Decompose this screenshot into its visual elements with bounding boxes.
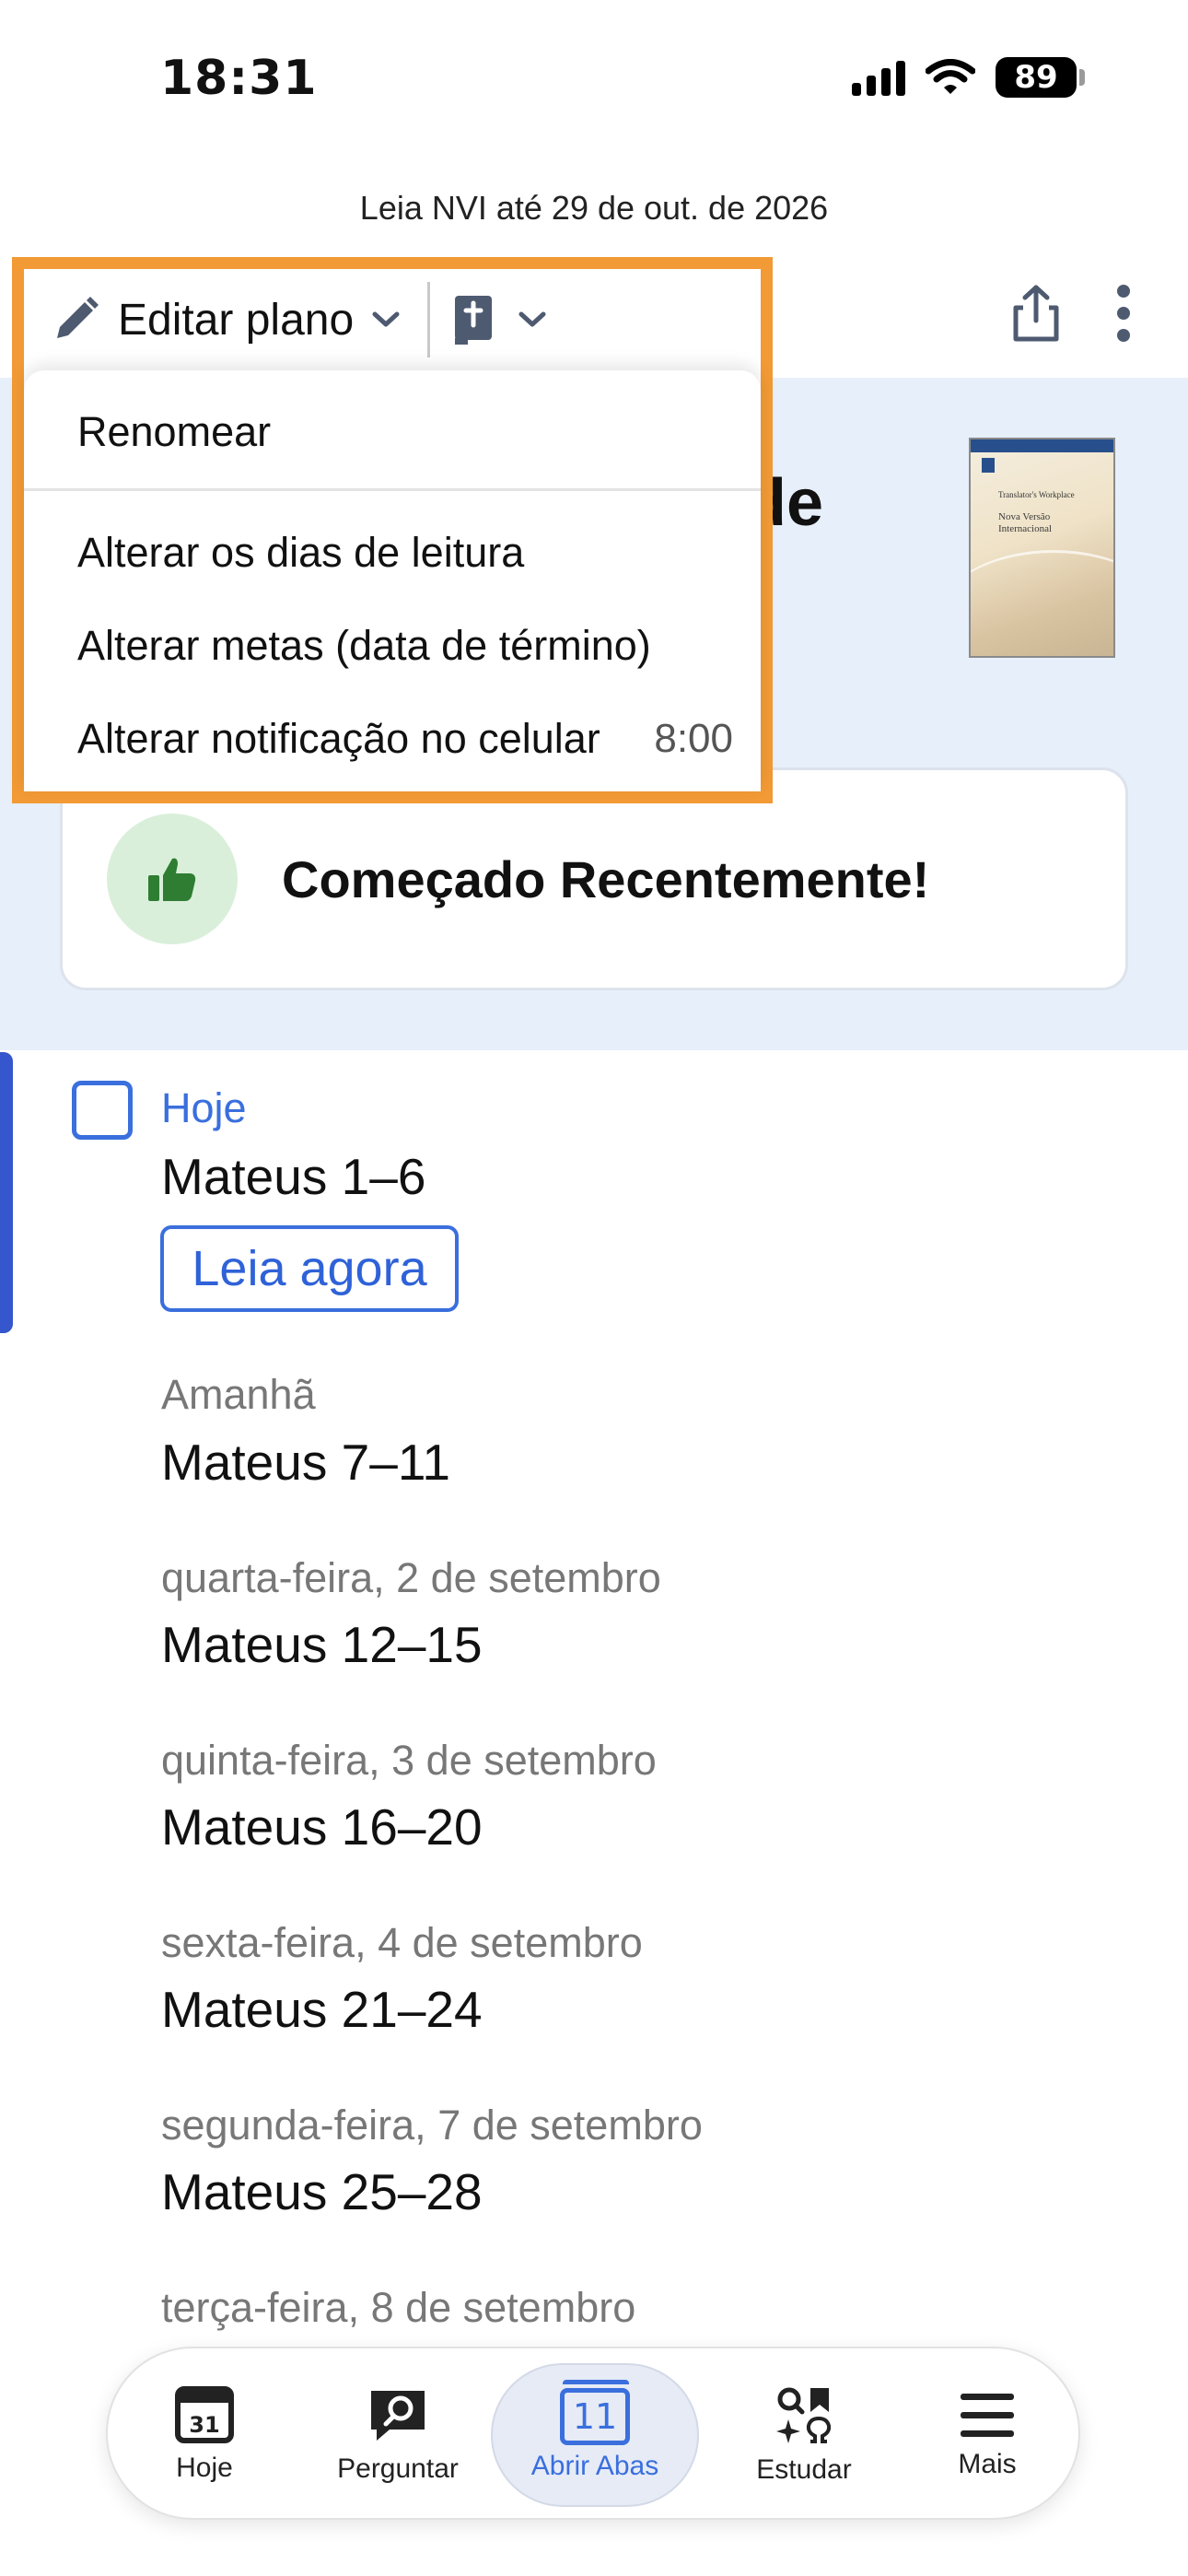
bible-icon xyxy=(455,296,493,345)
reading-item[interactable]: Mateus 12–15 xyxy=(161,1615,483,1674)
menu-icon xyxy=(961,2394,1014,2437)
notification-time: 8:00 xyxy=(654,716,733,761)
tab-more[interactable]: Mais xyxy=(909,2348,1066,2522)
reading-item[interactable]: Mateus 16–20 xyxy=(161,1797,483,1856)
tab-label: Hoje xyxy=(176,2453,233,2483)
edit-plan-menu: Editar plano Renomear Alterar os dias de… xyxy=(12,257,773,803)
day-label: sexta-feira, 4 de setembro xyxy=(161,1919,643,1966)
share-icon xyxy=(1013,285,1059,342)
menu-header: Editar plano xyxy=(24,269,761,370)
day-label: quinta-feira, 3 de setembro xyxy=(161,1737,657,1784)
chevron-down-icon xyxy=(372,311,400,327)
battery-level: 89 xyxy=(996,57,1077,98)
menu-item-rename[interactable]: Renomear xyxy=(24,400,761,464)
status-indicators: 89 xyxy=(852,57,1085,98)
open-tabs-icon: 11 xyxy=(560,2380,630,2445)
thumbs-up-icon xyxy=(148,858,196,901)
menu-item-change-goals[interactable]: Alterar metas (data de término) xyxy=(24,614,761,678)
reading-item[interactable]: Mateus 21–24 xyxy=(161,1980,483,2039)
day-label: Amanhã xyxy=(161,1371,316,1418)
tab-label: Perguntar xyxy=(337,2453,459,2484)
battery-icon: 89 xyxy=(996,57,1085,98)
menu-item-label: Renomear xyxy=(77,408,272,455)
reading-item[interactable]: Mateus 25–28 xyxy=(161,2162,483,2221)
tab-today[interactable]: 31 Hoje xyxy=(126,2348,283,2522)
day-label: terça-feira, 8 de setembro xyxy=(161,2284,636,2331)
menu-item-change-reading-days[interactable]: Alterar os dias de leitura xyxy=(24,521,761,585)
tab-study[interactable]: Estudar xyxy=(712,2348,896,2522)
book-cover-publisher: Translator's Workplace xyxy=(998,490,1075,499)
menu-item-label: Alterar os dias de leitura xyxy=(77,529,525,576)
book-cover-title: Nova Versão Internacional xyxy=(998,511,1053,534)
day-label: quarta-feira, 2 de setembro xyxy=(161,1554,661,1601)
chevron-down-icon xyxy=(518,311,546,327)
tab-open-tabs[interactable]: 11 Abrir Abas xyxy=(491,2363,699,2507)
menu-panel: Renomear Alterar os dias de leitura Alte… xyxy=(24,370,761,791)
status-time: 18:31 xyxy=(160,51,318,106)
day-label: segunda-feira, 7 de setembro xyxy=(161,2102,703,2149)
more-options-button[interactable] xyxy=(1101,281,1147,345)
chat-search-icon xyxy=(371,2391,425,2441)
menu-item-label: Alterar notificação no celular xyxy=(77,715,600,762)
tab-ask[interactable]: Perguntar xyxy=(306,2348,490,2522)
pencil-icon xyxy=(57,297,99,338)
menu-item-change-notification[interactable]: Alterar notificação no celular 8:00 xyxy=(24,707,761,771)
today-checkbox[interactable] xyxy=(72,1081,133,1140)
thumbs-up-badge xyxy=(107,814,238,944)
current-day-indicator xyxy=(0,1052,13,1333)
reading-item[interactable]: Mateus 7–11 xyxy=(161,1433,450,1492)
plan-status-text: Começado Recentemente! xyxy=(282,849,930,908)
study-icon xyxy=(776,2387,832,2443)
edit-plan-button[interactable]: Editar plano xyxy=(24,269,402,370)
cellular-signal-icon xyxy=(852,59,905,96)
tab-label: Estudar xyxy=(756,2454,852,2485)
bottom-tab-bar: 31 Hoje Perguntar 11 Abrir Abas Estudar xyxy=(106,2347,1080,2520)
reading-today[interactable]: Mateus 1–6 xyxy=(161,1147,425,1206)
read-now-button[interactable]: Leia agora xyxy=(160,1225,459,1312)
edit-plan-label: Editar plano xyxy=(118,295,355,345)
menu-item-label: Alterar metas (data de término) xyxy=(77,622,651,669)
share-button[interactable] xyxy=(1004,281,1068,345)
tab-label: Mais xyxy=(958,2449,1017,2479)
menu-separator xyxy=(24,488,761,491)
more-vertical-icon xyxy=(1117,285,1130,342)
plan-subtitle: Leia NVI até 29 de out. de 2026 xyxy=(359,189,829,227)
day-label-today: Hoje xyxy=(161,1084,247,1131)
wifi-icon xyxy=(926,59,975,94)
tab-label: Abrir Abas xyxy=(530,2451,659,2481)
calendar-icon: 31 xyxy=(175,2386,234,2443)
book-cover-image: Translator's Workplace Nova Versão Inter… xyxy=(969,438,1115,658)
bible-version-button[interactable] xyxy=(452,294,548,345)
